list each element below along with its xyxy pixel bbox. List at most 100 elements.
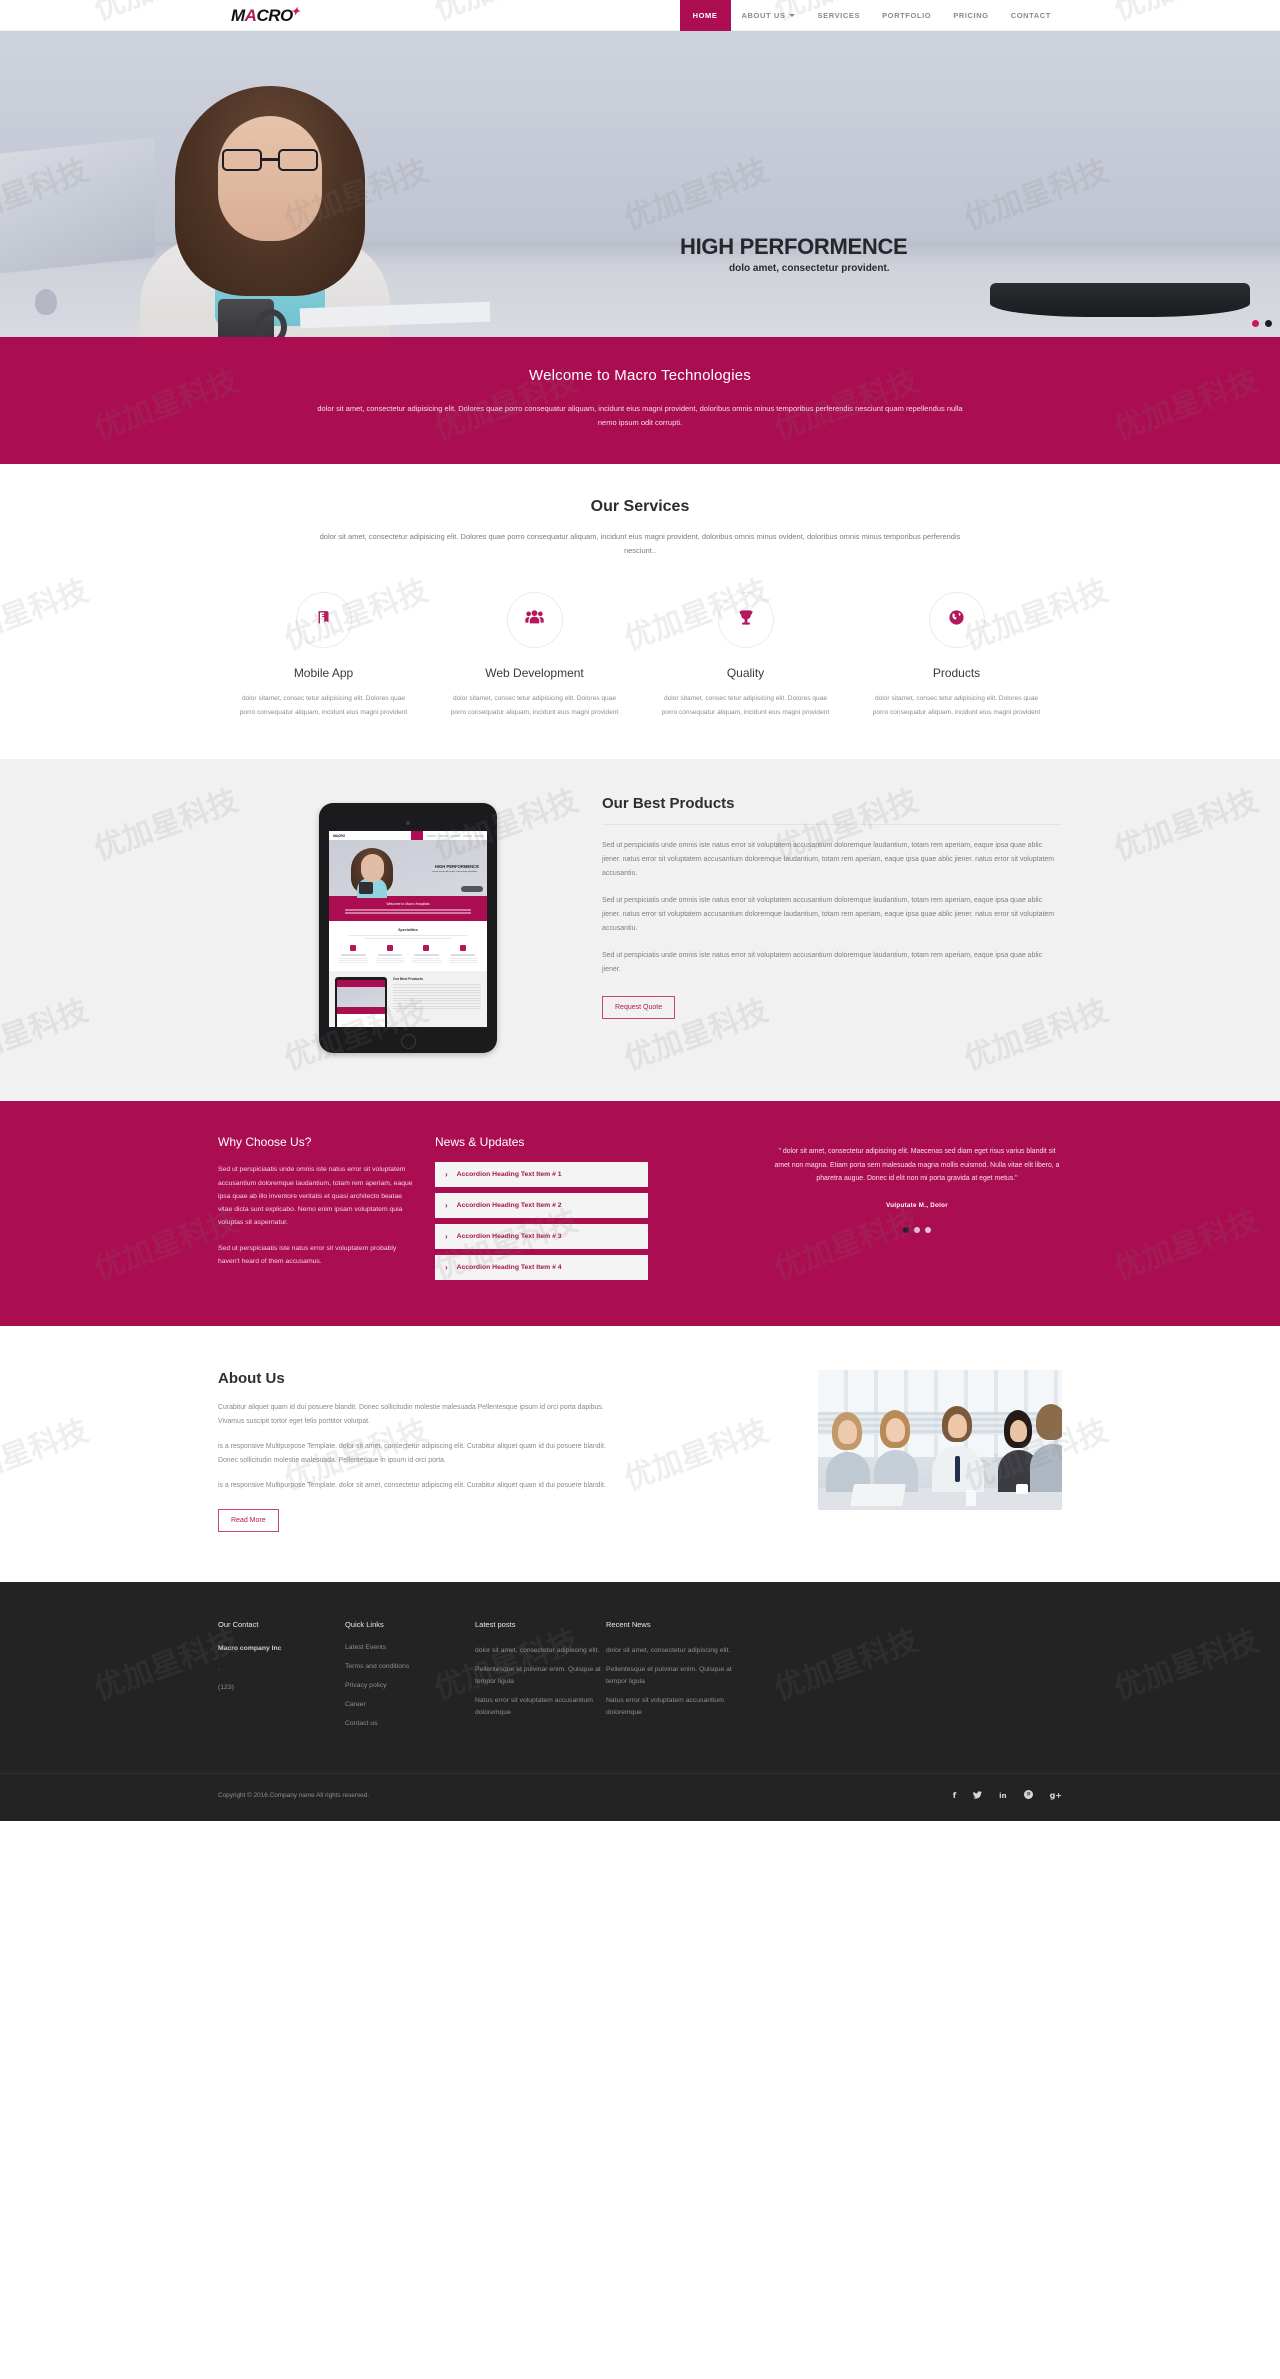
service-title: Products: [932, 666, 981, 681]
mini-welcome-heading: Welcome to Macro Hospitals: [386, 902, 430, 907]
hero-slider[interactable]: HIGH PERFORMENCE dolo amet, consectetur …: [0, 31, 1280, 337]
logo-m: M: [231, 5, 245, 25]
hero-title: HIGH PERFORMENCE: [680, 234, 908, 259]
accordion-label: Accordion Heading Text Item # 4: [456, 1264, 562, 1272]
service-icon-circle: [717, 592, 774, 649]
hero-background-photo: [0, 31, 1280, 337]
globe-icon: [948, 609, 965, 631]
best-products-paragraph: Sed ut perspiciatis unde omnis iste natu…: [602, 897, 1055, 933]
accordion-item[interactable]: › Accordion Heading Text Item # 3: [435, 1224, 648, 1250]
main-navigation[interactable]: HOME ABOUT US SERVICES PORTFOLIO PRICING…: [679, 0, 1062, 31]
nav-label: PRICING: [953, 11, 989, 20]
hero-dot-1[interactable]: [1252, 320, 1259, 327]
laptop-shape: [0, 137, 155, 275]
services-heading: Our Services: [590, 497, 690, 515]
social-links[interactable]: f in g+: [953, 1790, 1062, 1801]
accordion-item[interactable]: › Accordion Heading Text Item # 1: [435, 1162, 648, 1188]
footer-link-terms[interactable]: Terms and conditions: [345, 1663, 475, 1671]
mini-services-title: Specialities: [398, 928, 418, 933]
footer-column-title: Quick Links: [345, 1620, 384, 1630]
site-footer: Our Contact Macro company Inc . (123) Qu…: [0, 1582, 1280, 1822]
mini-logo: MACRO: [333, 833, 346, 838]
footer-company-name: Macro company Inc: [218, 1645, 282, 1653]
testimonial-dot-1[interactable]: [903, 1226, 909, 1233]
divider: [602, 824, 1062, 826]
mini-hero-title: HIGH PERFORMENCE: [434, 864, 479, 870]
service-card-quality[interactable]: Quality dolor sitamet, consec tetur adip…: [640, 592, 851, 719]
read-more-button[interactable]: Read More: [218, 1509, 279, 1533]
why-paragraph: Sed ut perspiciaatis iste natus error si…: [218, 1244, 397, 1265]
tablet-mockup: MACRO HIGH PERFORMENCE Lorem ipsum dolo …: [319, 803, 497, 1054]
why-choose-us-column: Why Choose Us? Sed ut perspiciaatis unde…: [218, 1135, 413, 1286]
tablet-screen: MACRO HIGH PERFORMENCE Lorem ipsum dolo …: [329, 831, 487, 1028]
news-heading: News & Updates: [435, 1135, 525, 1150]
glasses-icon: [222, 149, 318, 171]
service-card-web-development[interactable]: Web Development dolor sitamet, consec te…: [429, 592, 640, 719]
nav-label: CONTACT: [1010, 11, 1051, 20]
welcome-body: dolor sit amet, consectetur adipisicing …: [317, 404, 963, 427]
nav-item-home[interactable]: HOME: [679, 0, 731, 31]
logo-a: A: [244, 5, 257, 25]
footer-column-quick-links: Quick Links Latest Events Terms and cond…: [345, 1620, 475, 1739]
service-icon-circle: [506, 592, 563, 649]
testimonial-quote: " dolor sit amet, consectetur adipiscing…: [774, 1148, 1060, 1183]
welcome-heading: Welcome to Macro Technologies: [528, 367, 752, 384]
footer-link-privacy[interactable]: Privacy policy: [345, 1682, 475, 1690]
nav-item-portfolio[interactable]: PORTFOLIO: [871, 0, 942, 31]
footer-link-latest-events[interactable]: Latest Events: [345, 1645, 475, 1652]
accordion-label: Accordion Heading Text Item # 3: [456, 1233, 562, 1241]
mini-hero-sub: Lorem ipsum dolo amet, consectetur provi…: [432, 871, 477, 874]
footer-link-contact-us[interactable]: Contact us: [345, 1720, 475, 1728]
nav-label: SERVICES: [817, 11, 861, 20]
accordion-label: Accordion Heading Text Item # 1: [456, 1171, 562, 1179]
copyright-text: Copyright © 2016.Company name All rights…: [218, 1792, 370, 1800]
footer-post: dolor sit amet, consectetur adipiscing e…: [606, 1647, 731, 1655]
nav-item-pricing[interactable]: PRICING: [942, 0, 999, 31]
accordion-item[interactable]: › Accordion Heading Text Item # 2: [435, 1193, 648, 1219]
pinterest-icon[interactable]: [1023, 1790, 1033, 1801]
site-logo[interactable]: MACRO✦: [231, 6, 301, 26]
request-quote-button[interactable]: Request Quote: [602, 996, 676, 1020]
best-products-paragraph: Sed ut perspiciatis unde omnis iste natu…: [602, 842, 1055, 878]
testimonial-dot-2[interactable]: [914, 1226, 920, 1233]
nav-label: HOME: [692, 11, 718, 20]
linkedin-icon[interactable]: in: [999, 1792, 1006, 1800]
trophy-icon: [738, 609, 754, 631]
googleplus-icon[interactable]: g+: [1050, 1791, 1062, 1800]
tablet-camera-icon: [406, 821, 410, 826]
service-card-products[interactable]: Products dolor sitamet, consec tetur adi…: [851, 592, 1062, 719]
testimonial-author: Vulputate M., Dolor: [886, 1201, 948, 1209]
hero-slider-dots[interactable]: [1252, 320, 1272, 327]
twitter-icon[interactable]: [973, 1791, 983, 1801]
hero-dot-2[interactable]: [1265, 320, 1272, 327]
nav-label: ABOUT US: [741, 11, 786, 20]
nav-item-services[interactable]: SERVICES: [806, 0, 871, 31]
best-products-heading: Our Best Products: [602, 795, 735, 813]
service-card-mobile-app[interactable]: Mobile App dolor sitamet, consec tetur a…: [218, 592, 429, 719]
about-paragraph: Curabitur aliquet quam id dui posuere bl…: [218, 1404, 604, 1426]
chevron-right-icon: ›: [445, 1170, 448, 1180]
logo-star-icon: ✦: [290, 5, 300, 18]
why-choose-us-section: Why Choose Us? Sed ut perspiciaatis unde…: [0, 1101, 1280, 1327]
service-text: dolor sitamet, consec tetur adipisicing …: [872, 695, 1041, 716]
best-products-paragraph: Sed ut perspiciatis unde omnis iste natu…: [602, 952, 1043, 974]
service-icon-circle: [295, 592, 352, 649]
testimonial-slider-dots[interactable]: [772, 1226, 1062, 1233]
monitor-shape: [990, 283, 1250, 317]
service-title: Quality: [726, 666, 765, 681]
accordion-item[interactable]: › Accordion Heading Text Item # 4: [435, 1255, 648, 1281]
footer-post: Natus error sit voluptatem accusantium d…: [606, 1697, 724, 1716]
nav-label: PORTFOLIO: [882, 11, 932, 20]
testimonial-slider[interactable]: " dolor sit amet, consectetur adipiscing…: [772, 1135, 1062, 1286]
news-updates-column: News & Updates › Accordion Heading Text …: [435, 1135, 648, 1286]
about-us-section: About Us Curabitur aliquet quam id dui p…: [0, 1326, 1280, 1583]
welcome-band: Welcome to Macro Technologies dolor sit …: [0, 337, 1280, 464]
nav-item-about-us[interactable]: ABOUT US: [731, 0, 807, 31]
footer-post: dolor sit amet, consectetur adipiscing e…: [475, 1647, 600, 1655]
facebook-icon[interactable]: f: [953, 1791, 956, 1800]
service-title: Mobile App: [293, 666, 354, 681]
coffee-mug-shape: [218, 299, 287, 337]
testimonial-dot-3[interactable]: [925, 1226, 931, 1233]
footer-link-career[interactable]: Career: [345, 1701, 475, 1709]
nav-item-contact[interactable]: CONTACT: [1000, 0, 1062, 31]
